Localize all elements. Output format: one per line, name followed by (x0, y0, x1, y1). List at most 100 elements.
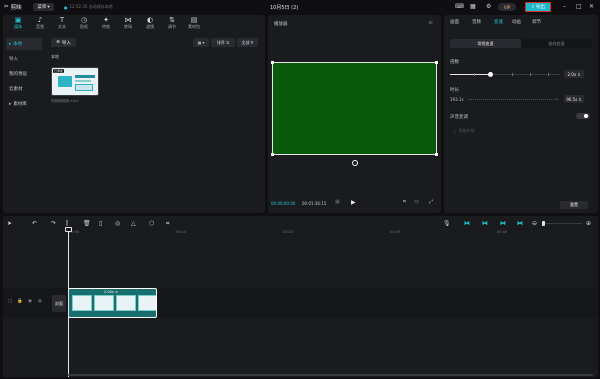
layout-icon[interactable]: ▦ (470, 3, 476, 10)
rotate-icon[interactable]: ⬡ (149, 220, 154, 227)
tool-text[interactable]: T 文本 (51, 16, 73, 30)
resize-handle-tr[interactable] (435, 61, 438, 64)
preview-axis-icon[interactable]: ⧓ (500, 220, 506, 227)
zoom-out-icon[interactable]: ⊖ (532, 220, 537, 227)
speed-mode-tab[interactable]: 曲线变速 (521, 39, 592, 48)
sidebar-item[interactable]: 云素材 (6, 83, 42, 95)
export-button[interactable]: ⇪ 导出 (525, 2, 551, 12)
resize-handle-bl[interactable] (271, 153, 274, 156)
logo-icon: ✂ (4, 4, 9, 10)
transition-icon: ⋈ (124, 16, 132, 24)
tool-transition[interactable]: ⋈ 转场 (117, 16, 139, 30)
tool-filter[interactable]: ◐ 滤镜 (139, 16, 161, 30)
speed-mode-tab[interactable]: 常规变速 (450, 39, 521, 48)
pitch-label: 声音变调 (450, 115, 468, 120)
menu-button[interactable]: 菜单 ▾ (33, 3, 54, 11)
resize-handle-tl[interactable] (271, 61, 274, 64)
grid-overlay-icon[interactable]: ▦ (335, 199, 340, 205)
duration-value-box[interactable]: 96.5s ⇕ (564, 95, 584, 103)
speed-slider-knob[interactable] (488, 72, 493, 77)
zoom-slider-knob[interactable] (542, 221, 545, 226)
view-toggle-button[interactable]: ▦ ▾ (193, 38, 209, 47)
tool-package[interactable]: ▤ 素材包 (183, 16, 205, 30)
menu-icon[interactable]: ≡ (428, 19, 433, 26)
shortcut-icon[interactable]: ⌨ (455, 3, 464, 10)
track-lock-icon[interactable]: 🔒 (17, 299, 23, 304)
tool-audio[interactable]: ♪ 音频 (29, 16, 51, 30)
inspector-tab[interactable]: 动画 (512, 19, 521, 25)
mirror-icon[interactable]: △ (131, 220, 136, 227)
cover-button[interactable]: 封面 (52, 295, 66, 312)
timeline-scrollbar[interactable] (68, 374, 593, 376)
undo-icon[interactable]: ↶ (32, 220, 37, 227)
settings-icon[interactable]: ⚙ (486, 3, 491, 10)
app-logo: ✂ 剪映 (4, 3, 22, 11)
tool-sticker[interactable]: ◷ 贴纸 (73, 16, 95, 30)
vip-badge[interactable]: VIP (498, 3, 516, 11)
speed-value-box[interactable]: 2.0x ⇕ (564, 70, 584, 78)
inspector-tab[interactable]: 变速 (494, 19, 503, 25)
close-icon[interactable]: × (115, 290, 118, 294)
microphone-icon[interactable]: 🎙 (443, 220, 451, 227)
playhead[interactable] (68, 228, 69, 377)
media-sidebar: ▸ 本地导入我的预设云素材 ▸ 素材库 (6, 38, 42, 113)
rotate-handle[interactable] (352, 160, 358, 166)
maximize-icon[interactable]: □ (576, 3, 582, 10)
close-icon[interactable]: ✕ (589, 3, 594, 10)
stepper-icon: ⇕ (577, 71, 581, 77)
freeze-icon[interactable]: ▯ (99, 220, 102, 227)
tool-media[interactable]: ▣ 媒体 (7, 16, 29, 30)
video-clip[interactable]: 2.00x × (68, 288, 157, 318)
smart-frame-checkbox[interactable]: ◻ 智能补帧 (453, 128, 474, 134)
track-visibility-icon[interactable]: ◉ (28, 299, 32, 304)
tool-adjust[interactable]: ⇅ 调节 (161, 16, 183, 30)
zoom-in-icon[interactable]: ⊕ (586, 220, 591, 227)
current-time: 00:00:00:00 (271, 201, 296, 206)
sidebar-item[interactable]: ▸ 本地 (6, 38, 42, 50)
filter-button[interactable]: 全部 ⊽ (237, 38, 258, 47)
select-tool-icon[interactable]: ➤ (7, 220, 12, 227)
speed-value: 2.0x (567, 71, 577, 77)
ruler-label: 00:30 (390, 230, 401, 234)
preview-canvas[interactable] (271, 61, 438, 156)
snap-icon[interactable]: ⧓ (517, 220, 523, 227)
redo-icon[interactable]: ↷ (51, 220, 56, 227)
track-audio-icon[interactable]: ◍ (38, 299, 42, 304)
magnet-icon[interactable]: ⧓ (464, 220, 470, 227)
reverse-icon[interactable]: ◎ (115, 220, 120, 227)
speed-label: 倍数 (450, 60, 459, 65)
inspector-tab[interactable]: 画面 (450, 19, 459, 25)
minimize-icon[interactable]: – (563, 3, 566, 10)
playhead-handle[interactable] (65, 227, 72, 232)
link-icon[interactable]: ⧓ (482, 220, 488, 227)
pitch-toggle[interactable] (576, 113, 590, 119)
logo-text: 剪映 (10, 5, 22, 11)
player-title: 播放器 (274, 22, 288, 27)
import-button[interactable]: ⊕ 导入 (51, 38, 76, 47)
adjust-icon: ⇅ (169, 16, 175, 24)
sidebar-item[interactable]: 我的预设 (6, 68, 42, 80)
clip-frame (72, 295, 92, 311)
chevron-down-icon: ▾ (202, 40, 205, 45)
reset-button[interactable]: 重置 (560, 201, 588, 209)
crop-icon[interactable]: ⌗ (166, 220, 169, 228)
inspector-tab[interactable]: 音频 (472, 19, 481, 25)
media-thumbnail[interactable]: 已添加 (51, 67, 99, 96)
play-button[interactable]: ▶ (351, 199, 356, 206)
sort-button[interactable]: 排序 ⇅ (211, 38, 235, 47)
fullscreen-icon[interactable]: ⤢ (429, 199, 433, 205)
crop-icon[interactable]: ⌗ (403, 199, 406, 205)
track-lock-icon[interactable]: ▢ (8, 299, 12, 304)
sidebar-item[interactable]: ▸ 素材库 (6, 98, 42, 110)
inspector-tab[interactable]: 调节 (532, 19, 541, 25)
zoom-slider[interactable] (542, 223, 582, 224)
tool-effects[interactable]: ✦ 特效 (95, 16, 117, 30)
sidebar-item[interactable]: 导入 (6, 53, 42, 65)
delete-icon[interactable]: 🗑 (83, 220, 91, 227)
resize-handle-br[interactable] (435, 153, 438, 156)
clip-frame (138, 295, 156, 311)
ratio-icon[interactable]: ▭ (414, 199, 419, 205)
ruler-label: 00:40 (497, 230, 508, 234)
autosave-text: 12:52:35 自动保存本地 (69, 4, 113, 9)
duration-arrow (468, 99, 558, 100)
